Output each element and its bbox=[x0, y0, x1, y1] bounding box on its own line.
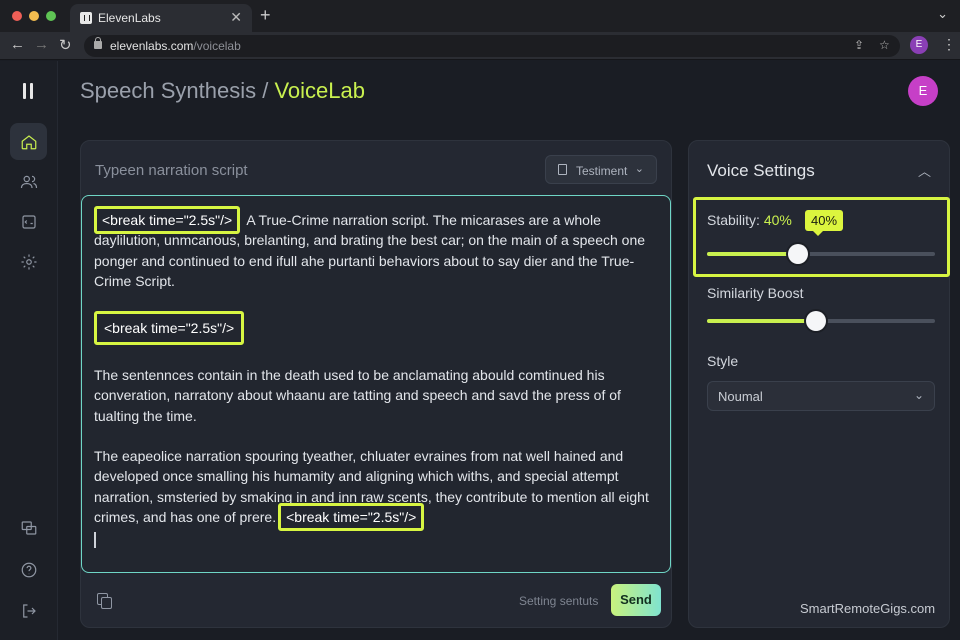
browser-profile-avatar[interactable]: E bbox=[910, 36, 928, 54]
tab-list-chevron-icon[interactable]: ⌄ bbox=[937, 6, 948, 22]
script-paragraph: <break time="2.5s"/> bbox=[94, 311, 658, 346]
stability-slider-fill bbox=[707, 252, 799, 256]
elevenlabs-favicon-icon bbox=[80, 12, 92, 24]
script-textarea[interactable]: <break time="2.5s"/> A True-Crime narrat… bbox=[81, 195, 671, 573]
stability-label: Stability: 40% bbox=[707, 212, 792, 228]
help-icon[interactable] bbox=[10, 551, 47, 588]
script-editor-panel: Typeen narration script Testiment ⌄ <bre… bbox=[80, 140, 672, 628]
chevron-up-icon[interactable]: ︿ bbox=[918, 161, 931, 180]
browser-tab[interactable]: ElevenLabs ✕ bbox=[70, 4, 252, 32]
breadcrumb-current[interactable]: VoiceLab bbox=[274, 78, 365, 103]
browser-menu-icon[interactable]: ⋮ bbox=[942, 36, 956, 53]
similarity-slider-fill bbox=[707, 319, 817, 323]
settings-icon[interactable] bbox=[10, 243, 47, 280]
browser-tabbar: ElevenLabs ✕ + ⌄ bbox=[0, 0, 960, 32]
copy-icon[interactable] bbox=[97, 593, 112, 609]
users-icon[interactable] bbox=[10, 163, 47, 200]
document-icon bbox=[558, 164, 567, 175]
logout-icon[interactable] bbox=[10, 592, 47, 629]
stability-value-badge: 40% bbox=[805, 210, 844, 236]
reload-icon[interactable]: ↻ bbox=[59, 36, 72, 54]
voice-settings-title: Voice Settings bbox=[707, 161, 815, 180]
similarity-slider-thumb[interactable] bbox=[806, 311, 827, 331]
lock-icon bbox=[94, 37, 102, 49]
text-caret bbox=[94, 532, 96, 548]
similarity-slider[interactable] bbox=[707, 311, 935, 331]
sidebar bbox=[0, 61, 58, 640]
break-tag-highlight: <break time="2.5s"/> bbox=[278, 502, 425, 531]
tab-title: ElevenLabs bbox=[98, 11, 161, 25]
new-tab-button[interactable]: + bbox=[260, 5, 271, 26]
voice-settings-panel: Voice Settings ︿ Stability: 40% 40% Simi… bbox=[688, 140, 950, 628]
close-window-button[interactable] bbox=[12, 11, 22, 21]
stability-slider[interactable] bbox=[707, 244, 935, 264]
address-bar[interactable]: elevenlabs.com/voicelab ⇪ ☆ bbox=[84, 35, 900, 57]
chevron-down-icon: ⌄ bbox=[634, 163, 644, 175]
tab-close-icon[interactable]: ✕ bbox=[230, 9, 242, 26]
style-label: Style bbox=[707, 353, 739, 369]
chevron-down-icon: ⌄ bbox=[913, 388, 924, 402]
page-title: Speech Synthesis / VoiceLab bbox=[80, 78, 365, 103]
maximize-window-button[interactable] bbox=[46, 11, 56, 21]
watermark: SmartRemoteGigs.com bbox=[800, 601, 936, 616]
send-button[interactable]: Send bbox=[611, 584, 661, 616]
stability-highlight bbox=[693, 197, 950, 277]
style-select[interactable]: Noumal ⌄ bbox=[707, 381, 935, 411]
settings-link[interactable]: Setting sentuts bbox=[519, 594, 598, 608]
editor-heading: Typeen narration script bbox=[95, 162, 248, 179]
forward-arrow-icon[interactable]: → bbox=[34, 36, 49, 53]
share-icon[interactable]: ⇪ bbox=[854, 38, 864, 52]
avatar[interactable]: E bbox=[908, 76, 938, 106]
voice-select[interactable]: Testiment ⌄ bbox=[545, 155, 657, 184]
script-paragraph: <break time="2.5s"/> A True-Crime narrat… bbox=[94, 206, 658, 291]
minimize-window-button[interactable] bbox=[29, 11, 39, 21]
home-icon[interactable] bbox=[10, 123, 47, 160]
script-paragraph: The eapeolice narration spouring tyeathe… bbox=[94, 446, 658, 531]
similarity-label: Similarity Boost bbox=[707, 285, 804, 301]
browser-toolbar: ← → ↻ elevenlabs.com/voicelab ⇪ ☆ E ⋮ bbox=[0, 32, 960, 60]
workspace-icon[interactable] bbox=[10, 509, 47, 546]
break-tag-highlight: <break time="2.5s"/> bbox=[94, 311, 245, 346]
bookmark-star-icon[interactable]: ☆ bbox=[879, 38, 890, 52]
elevenlabs-logo-icon[interactable] bbox=[23, 83, 35, 99]
url-text: elevenlabs.com/voicelab bbox=[110, 39, 241, 53]
back-arrow-icon[interactable]: ← bbox=[10, 36, 25, 53]
code-icon[interactable] bbox=[10, 203, 47, 240]
script-paragraph: The sentennces contain in the death used… bbox=[94, 367, 621, 424]
break-tag-highlight: <break time="2.5s"/> bbox=[94, 206, 241, 234]
